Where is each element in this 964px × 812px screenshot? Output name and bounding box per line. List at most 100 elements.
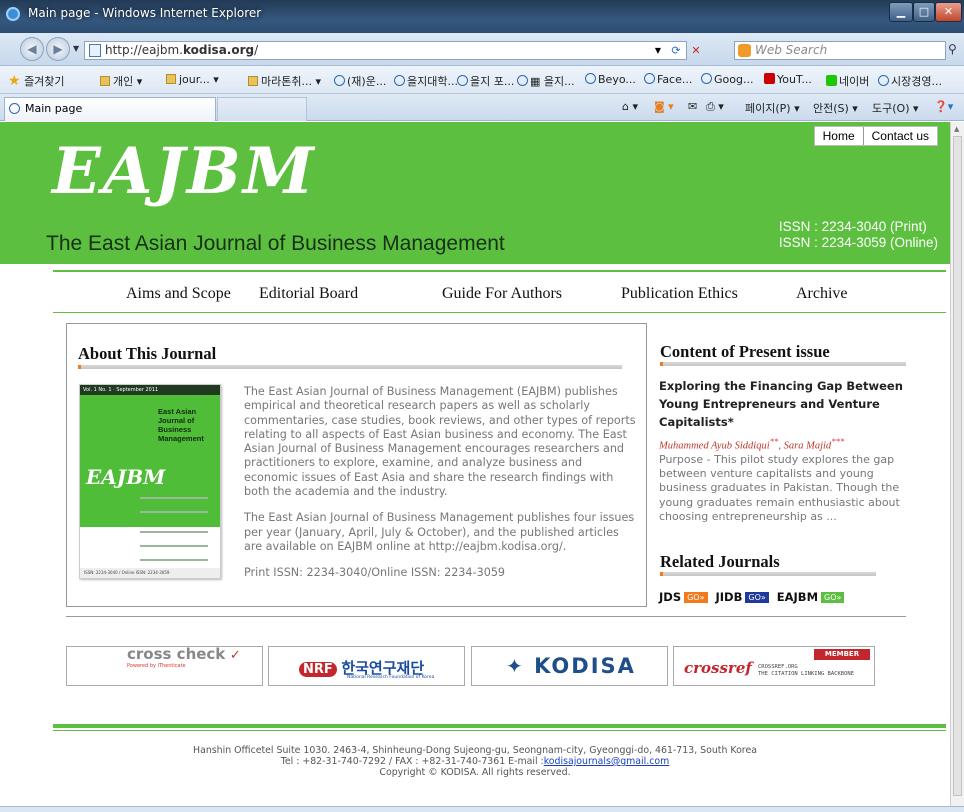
nav-editorial-board[interactable]: Editorial Board — [259, 285, 358, 303]
page-viewport: EAJBM The East Asian Journal of Business… — [0, 122, 950, 806]
history-dropdown-icon[interactable]: ▼ — [73, 44, 79, 53]
nrf-english-name: National Research Foundation of Korea — [347, 675, 435, 680]
favorites-item[interactable]: 을지 포... — [457, 73, 514, 89]
url-domain: kodisa.org — [182, 43, 255, 57]
minimize-button[interactable]: ▁ — [889, 2, 913, 22]
url-text: http://eajbm. — [105, 43, 183, 57]
mail-icon[interactable]: ✉ — [688, 100, 697, 113]
favorites-item[interactable]: 마라톤취... ▾ — [248, 73, 321, 89]
youtube-icon — [764, 73, 775, 84]
rss-feed-icon[interactable]: ◙ ▾ — [654, 100, 674, 113]
favorites-item[interactable]: Face... — [644, 73, 692, 86]
present-issue-heading: Content of Present issue — [660, 342, 830, 361]
content-divider — [66, 616, 906, 617]
refresh-icon[interactable]: ⟳ — [667, 42, 685, 59]
search-icon[interactable]: ⚲ — [948, 42, 957, 56]
about-text: The East Asian Journal of Business Manag… — [244, 385, 636, 593]
favorites-item[interactable]: Goog... — [701, 73, 753, 86]
issn-online: ISSN : 2234-3059 (Online) — [778, 235, 938, 250]
crossref-logo[interactable]: MEMBER crossref CROSSREF.ORG THE CITATIO… — [673, 646, 875, 686]
contact-link[interactable]: Contact us — [862, 127, 937, 145]
related-journal-jds[interactable]: JDS — [659, 590, 681, 604]
ie-logo-icon — [6, 7, 20, 21]
safety-menu[interactable]: 안전(S) ▾ — [813, 100, 858, 116]
cover-journal-name: East Asian Journal of Business Managemen… — [158, 407, 204, 443]
nav-guide-for-authors[interactable]: Guide For Authors — [442, 285, 562, 303]
forward-button[interactable]: ▶ — [46, 37, 70, 61]
close-window-button[interactable]: ✕ — [935, 2, 962, 22]
kodisa-logo[interactable]: ✦ KODISA — [471, 646, 668, 686]
crossref-member-badge: MEMBER — [814, 649, 870, 660]
home-icon[interactable]: ⌂ ▾ — [622, 100, 638, 113]
article-authors: Muhammed Ayub Siddiqui**, Sara Majid*** — [659, 436, 845, 452]
about-issn-line: Print ISSN: 2234-3040/Online ISSN: 2234-… — [244, 566, 506, 580]
crosscheck-logo[interactable]: cross check ✓ Powered by iThenticate — [66, 646, 263, 686]
ie-page-icon — [9, 103, 20, 114]
new-tab-button[interactable] — [217, 97, 307, 121]
main-nav: Aims and Scope Editorial Board Guide For… — [53, 274, 946, 312]
favorites-item[interactable]: jour... ▾ — [166, 73, 219, 86]
maximize-button[interactable]: □ — [913, 2, 935, 22]
ie-page-icon — [878, 75, 889, 86]
folder-icon — [166, 74, 176, 84]
related-journal-jidb[interactable]: JIDB — [716, 590, 743, 604]
folder-icon — [100, 76, 110, 86]
nav-archive[interactable]: Archive — [796, 285, 848, 303]
favorites-item[interactable]: 네이버 — [826, 73, 869, 89]
about-journal-box: About This Journal Vol. 1 No. 1 · Septem… — [66, 323, 647, 607]
favorites-item[interactable]: 개인 ▾ — [100, 73, 142, 89]
address-bar[interactable]: http://eajbm.kodisa.org/ — [84, 41, 687, 60]
url-path: / — [254, 43, 259, 57]
about-paragraph: The East Asian Journal of Business Manag… — [244, 511, 635, 553]
favorites-item[interactable]: 시장경영... — [878, 73, 942, 89]
home-link[interactable]: Home — [815, 127, 863, 145]
tools-menu[interactable]: 도구(O) ▾ — [872, 100, 919, 116]
window-titlebar: Main page - Windows Internet Explorer ▁ … — [0, 0, 964, 33]
favorites-item[interactable]: 을지대학... — [394, 73, 458, 89]
favorites-item[interactable]: Beyo... — [585, 73, 636, 86]
footer-contact: Tel : +82-31-740-7292 / FAX : +82-31-740… — [280, 756, 670, 767]
nrf-logo[interactable]: NRF 한국연구재단 National Research Foundation … — [268, 646, 465, 686]
site-subtitle: The East Asian Journal of Business Manag… — [46, 232, 505, 255]
nav-publication-ethics[interactable]: Publication Ethics — [621, 285, 738, 303]
nav-aims-and-scope[interactable]: Aims and Scope — [126, 285, 231, 303]
nrf-text: NRF — [299, 662, 337, 677]
favorites-star-icon: ★ — [8, 73, 21, 89]
site-logo[interactable]: EAJBM — [52, 122, 316, 222]
jds-go-button[interactable]: GO» — [684, 592, 708, 603]
stop-icon[interactable]: ✕ — [687, 42, 705, 59]
article-abstract: Purpose - This pilot study explores the … — [659, 453, 900, 523]
article-title[interactable]: Exploring the Financing Gap Between Youn… — [659, 377, 904, 431]
footer-email-link[interactable]: kodisajournals@gmail.com — [544, 756, 670, 767]
favorites-item[interactable]: (재)운... — [334, 73, 386, 89]
jidb-go-button[interactable]: GO» — [745, 592, 769, 603]
footer-rule-thin — [53, 730, 946, 731]
ie-page-icon — [394, 75, 405, 86]
related-journal-eajbm[interactable]: EAJBM — [777, 590, 818, 604]
journal-cover-image[interactable]: Vol. 1 No. 1 · September 2011 East Asian… — [79, 384, 221, 579]
issn-print: ISSN : 2234-3040 (Print) — [778, 219, 927, 234]
address-dropdown-icon[interactable]: ▼ — [649, 42, 667, 59]
eajbm-go-button[interactable]: GO» — [821, 592, 845, 603]
footer-rule — [53, 724, 946, 728]
favorites-button[interactable]: ★ 즐겨찾기 — [8, 73, 65, 89]
print-icon[interactable]: ⎙ ▾ — [706, 100, 724, 114]
scroll-up-icon[interactable]: ▲ — [954, 125, 959, 133]
favorites-item[interactable]: YouT... — [764, 73, 812, 86]
tab-main-page[interactable]: Main page — [4, 97, 216, 121]
help-icon[interactable]: ❓▾ — [934, 100, 953, 113]
search-box[interactable]: Web Search — [734, 41, 946, 60]
page-menu[interactable]: 페이지(P) ▾ — [745, 100, 800, 116]
footer-address: Hanshin Officetel Suite 1030. 2463-4, Sh… — [193, 745, 757, 756]
back-button[interactable]: ◀ — [20, 37, 44, 61]
vertical-scrollbar[interactable]: ▲ — [950, 122, 964, 806]
site-banner: EAJBM The East Asian Journal of Business… — [0, 122, 950, 264]
about-paragraph: The East Asian Journal of Business Manag… — [244, 385, 636, 499]
nav-top-rule — [53, 270, 946, 272]
related-journals-heading: Related Journals — [660, 552, 780, 571]
page-icon — [89, 44, 101, 57]
favorites-item[interactable]: ▦ 을지... — [517, 73, 575, 89]
status-bar — [0, 806, 964, 812]
folder-icon — [248, 76, 258, 86]
scrollbar-thumb[interactable] — [953, 136, 962, 796]
